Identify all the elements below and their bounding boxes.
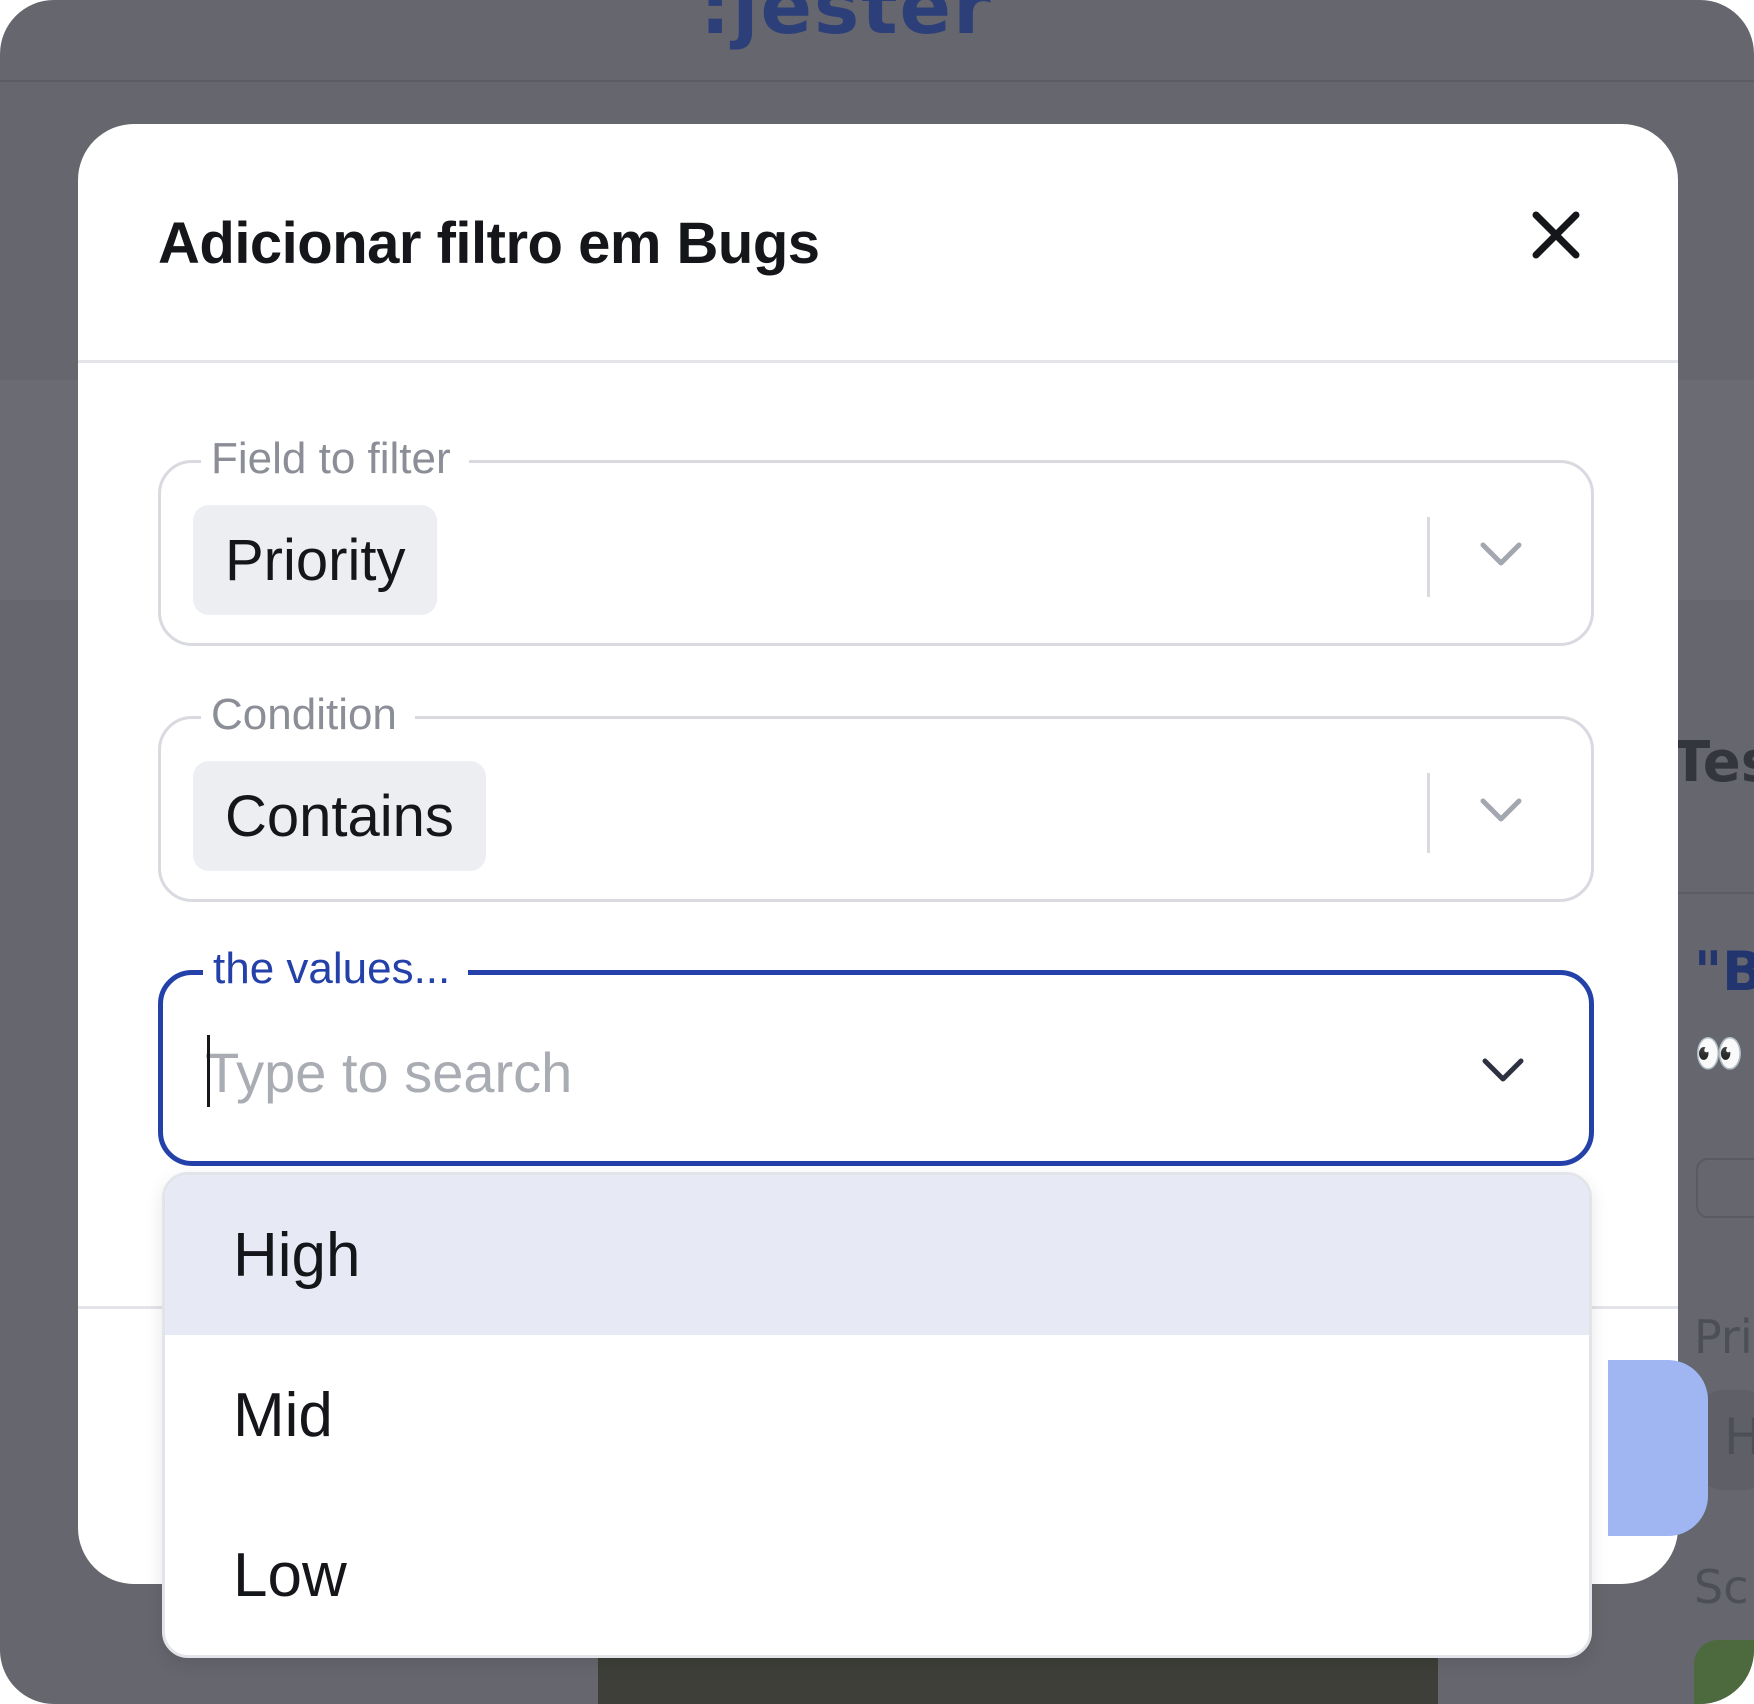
header-divider [78, 360, 1678, 363]
selected-field-chip: Priority [193, 505, 438, 615]
background-chip-text: H [1724, 1408, 1754, 1466]
text-caret [207, 1035, 210, 1107]
option-mid[interactable]: Mid [165, 1335, 1589, 1495]
brand-logo: :jester [700, 0, 993, 51]
field-to-filter-label: Field to filter [201, 429, 469, 489]
field-to-filter-select[interactable]: Field to filter Priority [158, 429, 1594, 646]
background-label-priority: Pri [1694, 1310, 1753, 1364]
modal-title: Adicionar filtro em Bugs [158, 211, 820, 276]
background-thumbnail [1694, 1640, 1754, 1704]
background-label-score: Sc [1694, 1560, 1749, 1614]
close-icon[interactable] [1528, 207, 1584, 263]
condition-select[interactable]: Condition Contains [158, 685, 1594, 902]
chevron-down-icon[interactable] [1473, 1049, 1533, 1093]
background-quote: "B [1694, 940, 1754, 1003]
values-dropdown-menu: High Mid Low [162, 1172, 1592, 1658]
select-separator [1427, 517, 1430, 597]
option-high[interactable]: High [165, 1175, 1589, 1335]
eyes-emoji: 👀 [1694, 1031, 1746, 1077]
background-input [1696, 1158, 1754, 1218]
background-divider [1672, 892, 1754, 894]
values-select[interactable]: the values... [158, 939, 1594, 1166]
condition-label: Condition [201, 685, 415, 745]
values-search-input[interactable] [205, 1027, 1355, 1117]
selected-condition-chip: Contains [193, 761, 486, 871]
values-label: the values... [203, 939, 469, 999]
chevron-down-icon[interactable] [1471, 789, 1531, 833]
top-bar-divider [0, 80, 1754, 82]
select-separator [1427, 773, 1430, 853]
apply-filter-button[interactable] [1608, 1360, 1708, 1536]
background-image [598, 1656, 1438, 1704]
background-heading: Tes [1672, 730, 1754, 795]
chevron-down-icon[interactable] [1471, 533, 1531, 577]
option-low[interactable]: Low [165, 1495, 1589, 1655]
